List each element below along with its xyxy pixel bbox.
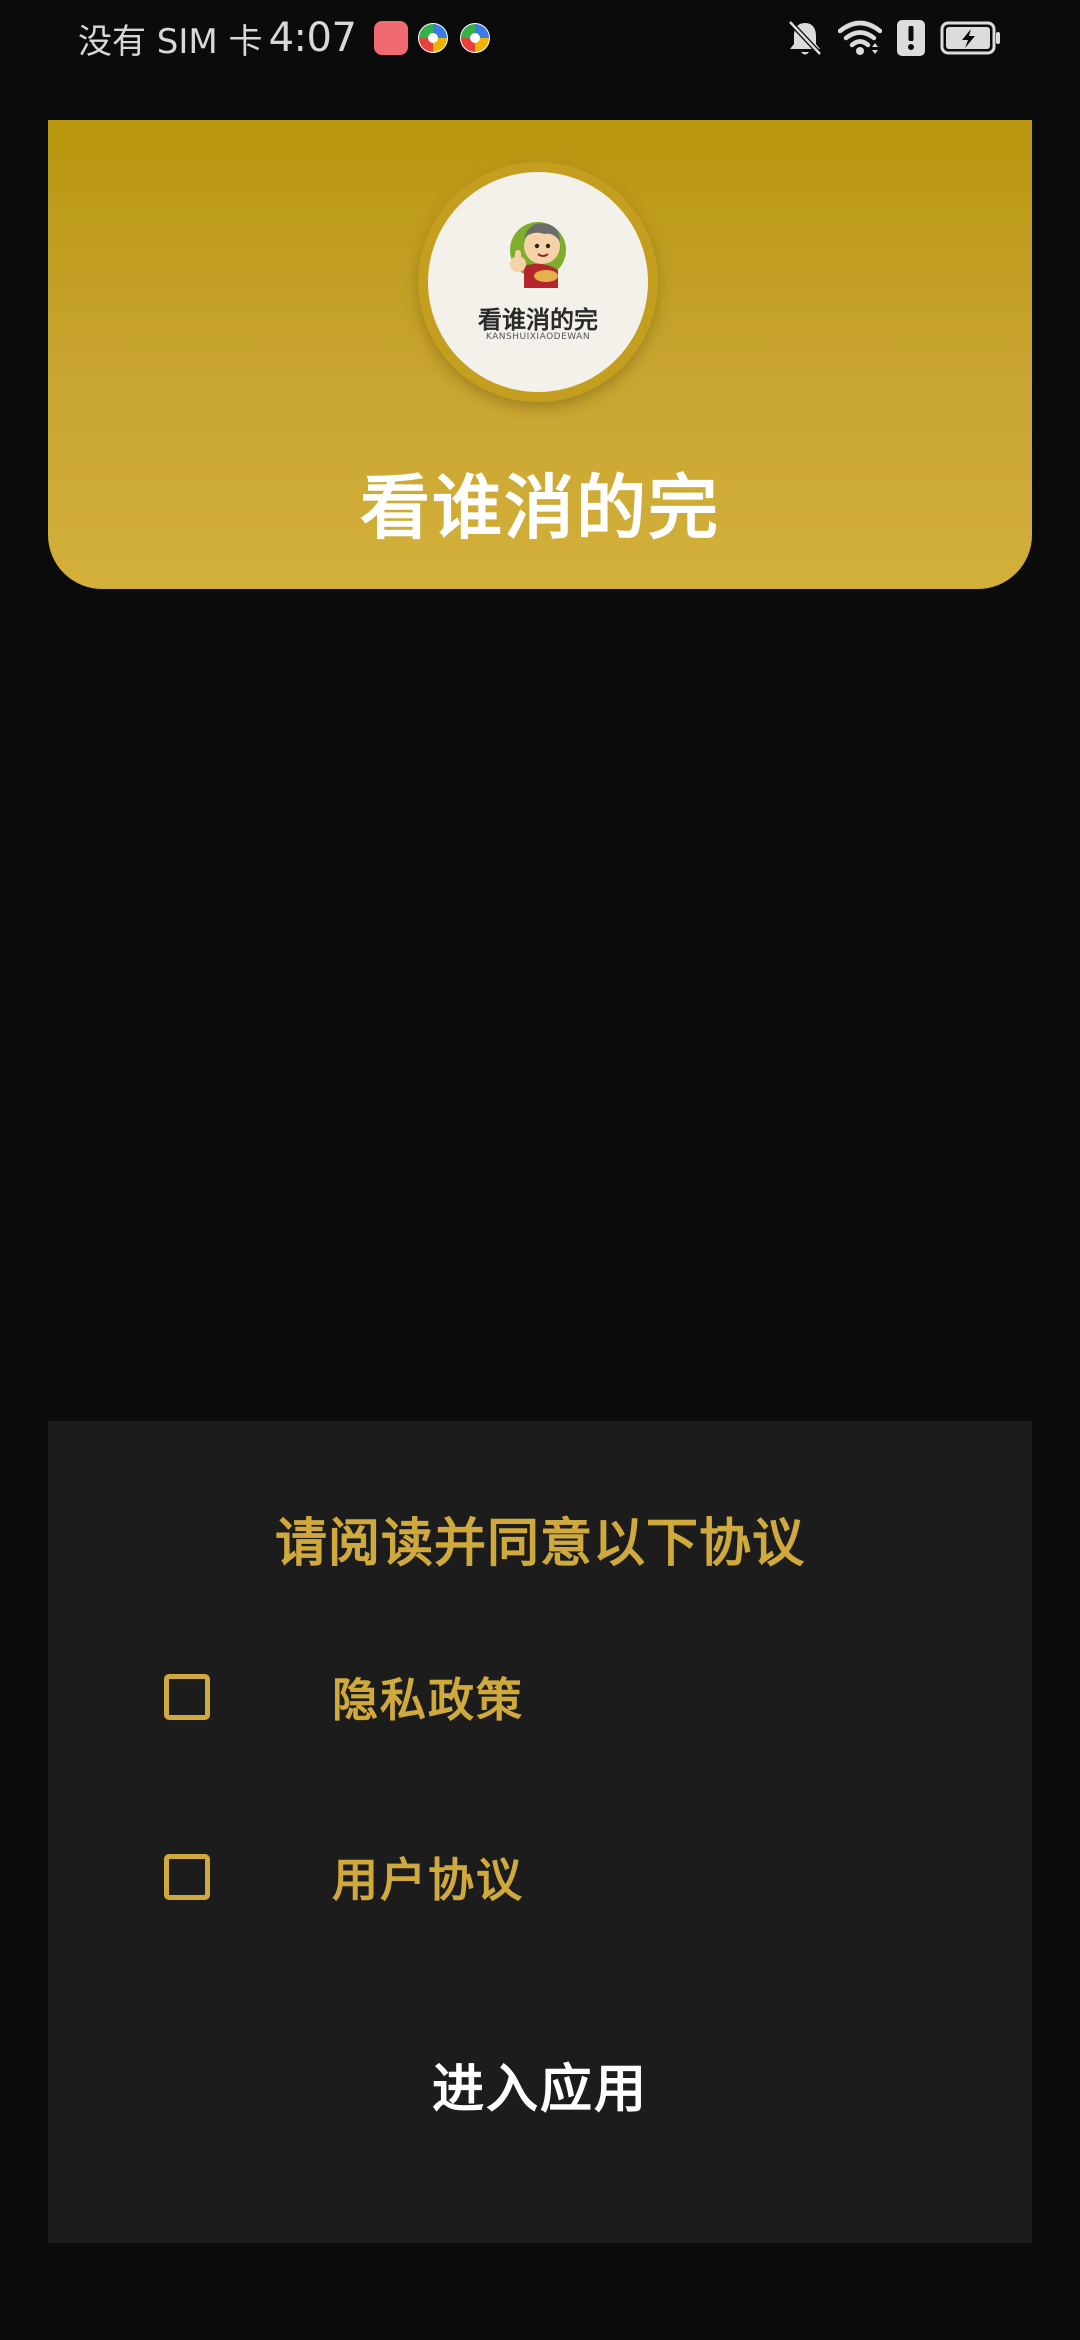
- status-bar: 没有 SIM 卡 4:07: [0, 0, 1080, 80]
- clock: 4:07: [268, 15, 357, 61]
- user-agreement-link[interactable]: 用户协议: [332, 1844, 524, 1910]
- logo-subtext: KANSHUIXIAODEWAN: [485, 332, 591, 342]
- app-notification-icon: [460, 23, 491, 53]
- bell-muted-icon: [788, 20, 822, 56]
- status-left: 没有 SIM 卡 4:07: [78, 10, 492, 66]
- logo-circle: 看谁消的完 KANSHUIXIAODEWAN: [428, 172, 648, 392]
- privacy-policy-link[interactable]: 隐私政策: [332, 1664, 524, 1730]
- alert-icon: [897, 20, 925, 56]
- enter-app-button[interactable]: 进入应用: [340, 2045, 740, 2135]
- privacy-policy-row[interactable]: 隐私政策: [164, 1667, 924, 1727]
- header-banner: 看谁消的完 KANSHUIXIAODEWAN 看谁消的完: [48, 120, 1032, 589]
- battery-charging-icon: [940, 21, 1000, 55]
- cartoon-mascot-icon: [510, 222, 566, 288]
- app-title: 看谁消的完: [360, 467, 720, 549]
- app-notification-icon: [418, 23, 449, 53]
- app-logo: 看谁消的完 KANSHUIXIAODEWAN: [418, 162, 658, 402]
- privacy-policy-checkbox[interactable]: [164, 1674, 210, 1720]
- wifi-icon: [838, 20, 882, 55]
- logo-text: 看谁消的完: [478, 305, 598, 334]
- carrier-text: 没有 SIM 卡: [78, 21, 263, 62]
- screen: 没有 SIM 卡 4:07 看谁消的完 KANSHUIXIAODEWAN 看谁消…: [0, 0, 1080, 2340]
- user-agreement-checkbox[interactable]: [164, 1854, 210, 1900]
- huawei-appgallery-icon: [374, 21, 409, 55]
- status-right: [786, 14, 1002, 62]
- agreement-title: 请阅读并同意以下协议: [274, 1514, 805, 1574]
- user-agreement-row[interactable]: 用户协议: [164, 1847, 924, 1907]
- agreement-panel: 请阅读并同意以下协议 隐私政策 用户协议 进入应用: [48, 1421, 1032, 2243]
